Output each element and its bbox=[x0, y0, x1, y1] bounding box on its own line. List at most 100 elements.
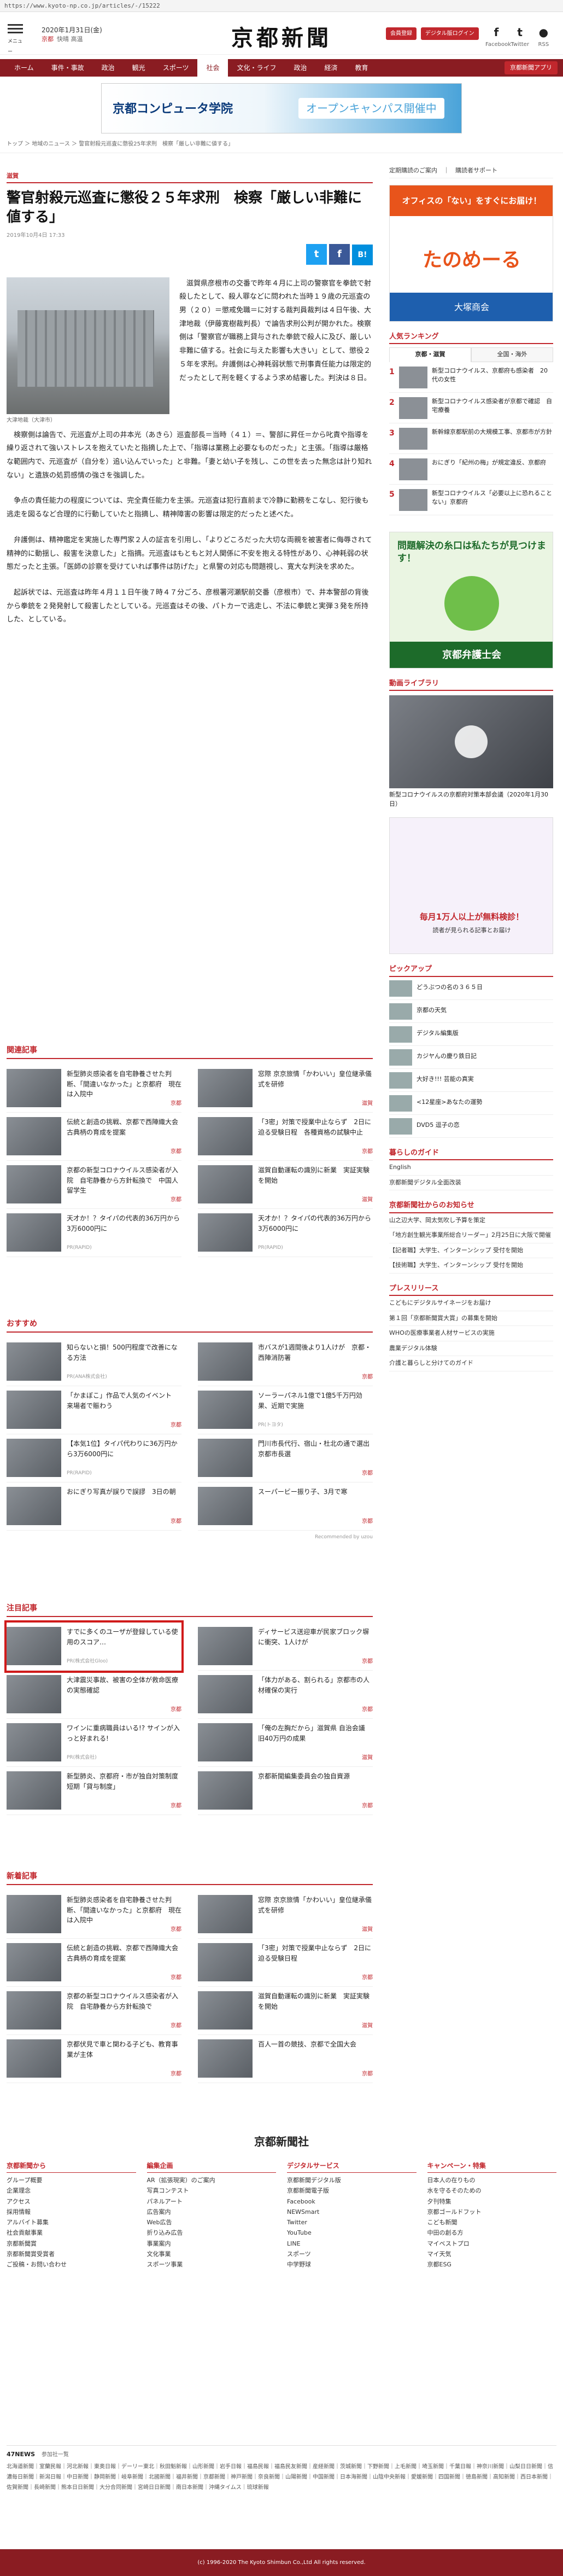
nav-item[interactable]: 経済 bbox=[316, 59, 347, 77]
article-thumbnail[interactable] bbox=[198, 1439, 253, 1477]
footer-link[interactable]: 日本人の在りもの bbox=[427, 2175, 557, 2185]
footer-link[interactable]: 事業案内 bbox=[147, 2238, 277, 2249]
article-card-tag[interactable]: 京都 bbox=[171, 2070, 181, 2079]
article-card-title[interactable]: 大津震災事故、被害の全体が救命医療の実態確認 bbox=[67, 1675, 181, 1695]
nav-item[interactable]: 教育 bbox=[347, 59, 377, 77]
rss-link[interactable]: ● RSS bbox=[532, 24, 554, 49]
article-thumbnail[interactable] bbox=[7, 2039, 61, 2078]
article-card-title[interactable]: スーパービー振り子、3月で寒 bbox=[258, 1487, 373, 1497]
article-category[interactable]: 滋賀 bbox=[7, 172, 373, 183]
article-card-tag[interactable]: 滋賀 bbox=[362, 2022, 373, 2031]
hatena-share-button[interactable]: B! bbox=[352, 244, 373, 265]
article-card-title[interactable]: 京都の新型コロナウイルス感染者が入院 自宅静養から方針転換で 中国人留学生 bbox=[67, 1165, 181, 1196]
article-thumbnail[interactable] bbox=[7, 1439, 61, 1477]
article-card[interactable]: スーパービー振り子、3月で寒京都 bbox=[198, 1482, 373, 1531]
footer-link[interactable]: 文化事業 bbox=[147, 2249, 277, 2259]
pickup-label[interactable]: 大好き!!! 芸能の真実 bbox=[417, 1072, 474, 1088]
article-card-title[interactable]: ソーラーパネル1億で1億5千万円効果、近期で実施 bbox=[258, 1391, 373, 1411]
nav-item[interactable]: 事件・事故 bbox=[43, 59, 93, 77]
footer-link[interactable]: Twitter bbox=[287, 2217, 417, 2228]
nav-item[interactable]: 文化・ライフ bbox=[228, 59, 285, 77]
pickup-thumbnail[interactable] bbox=[389, 1118, 412, 1135]
ranking-item[interactable]: 5 新型コロナウイルス「必要以上に恐れることない」京都府 bbox=[389, 485, 553, 515]
life-guide-item[interactable]: English bbox=[389, 1160, 553, 1176]
ranking-item[interactable]: 3 新幹線京都駅前の大規模工事、京都市が方針 bbox=[389, 423, 553, 454]
article-thumbnail[interactable] bbox=[7, 1117, 61, 1155]
ranking-title[interactable]: 新型コロナウイルス、京都府も感染者 20代の女性 bbox=[432, 367, 553, 388]
pickup-item[interactable]: どうぶつの名の３６５日 bbox=[389, 977, 553, 1000]
press-release-item[interactable]: こどもにデジタルサイネージをお届け bbox=[389, 1296, 553, 1311]
footer-link[interactable]: AR（拡張現実）のご案内 bbox=[147, 2175, 277, 2185]
app-capsule-button[interactable]: 京都新聞アプリ bbox=[505, 61, 558, 74]
footer-link[interactable]: 折り込み広告 bbox=[147, 2228, 277, 2238]
article-card[interactable]: 「俺の左胸だから」滋賀県 自治会議 旧40万円の成果滋賀 bbox=[198, 1719, 373, 1767]
press-release-item[interactable]: 農業デジタル体験 bbox=[389, 1341, 553, 1356]
article-card-tag[interactable]: 京都 bbox=[171, 1196, 181, 1205]
pickup-item[interactable]: デジタル編集版 bbox=[389, 1023, 553, 1046]
article-card-tag[interactable]: 京都 bbox=[362, 1373, 373, 1382]
article-card-tag[interactable]: 京都 bbox=[362, 1974, 373, 1982]
article-card-tag[interactable]: 滋賀 bbox=[362, 1196, 373, 1205]
article-card[interactable]: 「3密」対策で授業中止ならず 2日に迫る受験日程 京都 bbox=[198, 1939, 373, 1987]
article-card[interactable]: 「かまぼこ」作品で人気のイベント 来場者で賑わう 京都 bbox=[7, 1386, 181, 1434]
article-card[interactable]: 天才か！？タイパの代表的36万円から3万6000円に PR(RAPID) bbox=[7, 1209, 181, 1257]
article-card-title[interactable]: 「俺の左胸だから」滋賀県 自治会議 旧40万円の成果 bbox=[258, 1723, 373, 1743]
footer-link[interactable]: 中学野球 bbox=[287, 2259, 417, 2270]
article-card[interactable]: 京都伏見で車と関わる子ども、教育事業が主体 京都 bbox=[7, 2035, 181, 2083]
article-card[interactable]: 京都の新型コロナウイルス感染者が入院 自宅静養から方針転換で 京都 bbox=[7, 1987, 181, 2035]
article-thumbnail[interactable] bbox=[198, 1771, 253, 1810]
life-guide-item[interactable]: 京都新聞デジタル全面改装 bbox=[389, 1176, 553, 1190]
article-card-tag[interactable]: 滋賀 bbox=[362, 1754, 373, 1763]
article-card-tag[interactable]: 京都 bbox=[362, 1469, 373, 1478]
video-player[interactable] bbox=[389, 695, 553, 788]
article-card[interactable]: 滋賀自動運転の識別に新業 実証実験を開始滋賀 bbox=[198, 1987, 373, 2035]
article-card-tag[interactable]: 京都 bbox=[171, 1926, 181, 1934]
article-card[interactable]: 門川市長代行、宿山・杜北の通で選出 京都市長選京都 bbox=[198, 1434, 376, 1482]
nav-item[interactable]: 政治 bbox=[93, 59, 124, 77]
pickup-item[interactable]: <12星座>あなたの運勢 bbox=[389, 1092, 553, 1115]
article-card-title[interactable]: ワインに重病職員はいる!? サインが入っと好まれる! bbox=[67, 1723, 181, 1743]
article-thumbnail[interactable] bbox=[198, 1675, 253, 1713]
article-card-title[interactable]: 滋賀自動運転の識別に新業 実証実験を開始 bbox=[258, 1991, 373, 2011]
article-thumbnail[interactable] bbox=[198, 1117, 253, 1155]
footer-link[interactable]: マイ天気 bbox=[427, 2249, 557, 2259]
article-photo[interactable]: 大津地裁（大津市） bbox=[7, 277, 169, 425]
article-card-title[interactable]: 京都新聞編集委員会の独自資源 bbox=[258, 1771, 373, 1782]
ranking-thumbnail[interactable] bbox=[399, 397, 427, 419]
article-card-tag[interactable]: 京都 bbox=[171, 1974, 181, 1982]
footer-link[interactable]: 京都新聞賞 bbox=[7, 2238, 136, 2249]
url-bar[interactable]: https://www.kyoto-np.co.jp/articles/-/15… bbox=[0, 0, 563, 12]
pickup-item[interactable]: カジヤんの慶り鉄日記 bbox=[389, 1046, 553, 1069]
article-card-tag[interactable]: 京都 bbox=[362, 1517, 373, 1526]
pickup-thumbnail[interactable] bbox=[389, 1003, 412, 1020]
pickup-thumbnail[interactable] bbox=[389, 1049, 412, 1066]
article-card-title[interactable]: 伝統と創造の挑戦、京都で西陣織大会 古典柄の育成を提案 bbox=[67, 1943, 185, 1963]
article-card-tag[interactable]: 京都 bbox=[171, 1706, 181, 1714]
ranking-thumbnail[interactable] bbox=[399, 458, 427, 480]
article-card[interactable]: 窓際 京京旅情「かわいい」皇位継承儀式を研修 滋賀 bbox=[198, 1065, 373, 1113]
subscribe-links[interactable]: 定期購読のご案内 ｜ 購読者サポート bbox=[389, 164, 553, 178]
tab-national[interactable]: 全国・海外 bbox=[471, 347, 553, 362]
footer-brand[interactable]: 京都新聞社 bbox=[0, 2133, 563, 2150]
footer-link[interactable]: スポーツ事業 bbox=[147, 2259, 277, 2270]
ranking-item[interactable]: 1 新型コロナウイルス、京都府も感染者 20代の女性 bbox=[389, 362, 553, 393]
footer-link[interactable]: YouTube bbox=[287, 2228, 417, 2238]
article-card-tag[interactable]: 京都 bbox=[362, 1802, 373, 1811]
pickup-thumbnail[interactable] bbox=[389, 980, 412, 997]
article-card-title[interactable]: 【本気1位】タイパ代わりに36万円から3万6000円に bbox=[67, 1439, 181, 1459]
ranking-item[interactable]: 4 おにぎり「紀州の梅」が規定違反、京都府 bbox=[389, 454, 553, 485]
footer-link[interactable]: 京都新聞デジタル版 bbox=[287, 2175, 417, 2185]
article-thumbnail[interactable] bbox=[198, 1213, 253, 1252]
article-card-title[interactable]: 門川市長代行、宿山・杜北の通で選出 京都市長選 bbox=[258, 1439, 376, 1459]
article-thumbnail[interactable] bbox=[198, 1391, 253, 1429]
article-card-title[interactable]: 市バスが1週間後より1人けが 京都・西陣消防署 bbox=[258, 1342, 373, 1363]
article-card-title[interactable]: 「3密」対策で授業中止ならず 2日に迫る受験日程 各種資格の試験中止 bbox=[258, 1117, 373, 1137]
footer-link[interactable]: LINE bbox=[287, 2238, 417, 2249]
article-card[interactable]: おにぎり写真が誤りで誤謬 3日の朝 京都 bbox=[7, 1482, 181, 1531]
ad-bengoshi[interactable]: 問題解決の糸口は私たちが見つけます！ 京都弁護士会 bbox=[389, 531, 553, 668]
footer-link[interactable]: スポーツ bbox=[287, 2249, 417, 2259]
pickup-thumbnail[interactable] bbox=[389, 1026, 412, 1043]
article-card-title[interactable]: 窓際 京京旅情「かわいい」皇位継承儀式を研修 bbox=[258, 1895, 373, 1915]
article-thumbnail[interactable] bbox=[7, 1895, 61, 1933]
article-card[interactable]: 市バスが1週間後より1人けが 京都・西陣消防署京都 bbox=[198, 1338, 373, 1386]
